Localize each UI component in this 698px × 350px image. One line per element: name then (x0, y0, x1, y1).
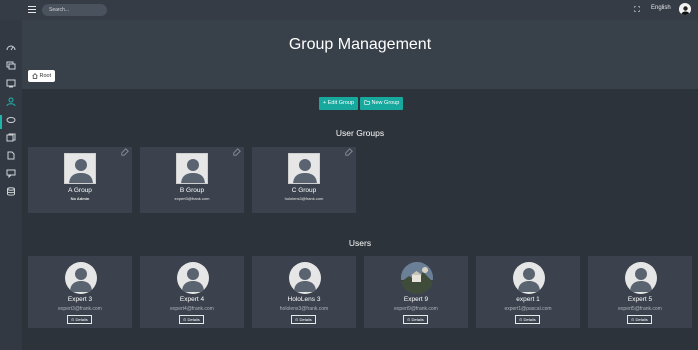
new-group-label: New Group (371, 100, 400, 106)
dashboard-icon[interactable] (6, 43, 16, 52)
user-avatar[interactable] (679, 3, 691, 15)
details-label: Details (523, 317, 536, 322)
user-email: expert1@pascal.com (504, 306, 552, 312)
person-placeholder-icon (630, 268, 652, 292)
main-content: Group Management Root + Edit Group New G… (22, 20, 698, 350)
top-bar: English (0, 0, 698, 20)
page-title: Group Management (288, 36, 432, 53)
group-name: B Group (179, 187, 205, 194)
user-name: Expert 9 (403, 296, 429, 303)
group-avatar (64, 153, 96, 184)
monitor-icon[interactable] (6, 79, 16, 88)
user-icon[interactable] (6, 97, 16, 106)
person-placeholder-icon (518, 268, 540, 292)
user-card[interactable]: HoloLens 3 hololens3@frank.com ⊙ Details (252, 256, 356, 328)
user-avatar (513, 262, 545, 294)
details-label: Details (411, 317, 424, 322)
details-label: Details (75, 317, 88, 322)
user-email: hololens3@frank.com (279, 306, 329, 312)
user-email: expert4@frank.com (170, 306, 214, 312)
edit-group-button[interactable]: + Edit Group (319, 97, 359, 110)
details-button[interactable]: ⊙ Details (403, 315, 428, 324)
info-icon: ⊙ (519, 317, 523, 322)
user-card[interactable]: Expert 9 expert9@frank.com ⊙ Details (364, 256, 468, 328)
landscape-photo-icon (401, 262, 433, 294)
sidebar-active-indicator (0, 115, 2, 129)
user-avatar (65, 262, 97, 294)
details-button[interactable]: ⊙ Details (627, 315, 652, 324)
page-header: Group Management Root (22, 20, 698, 89)
user-card[interactable]: Expert 5 expert5@frank.com ⊙ Details (588, 256, 692, 328)
details-button[interactable]: ⊙ Details (515, 315, 540, 324)
user-avatar-icon (679, 4, 691, 15)
info-icon: ⊙ (407, 317, 411, 322)
language-selector[interactable]: English (651, 5, 671, 11)
group-card[interactable]: B Group expert3@frank.com (140, 147, 244, 213)
details-label: Details (187, 317, 200, 322)
group-avatar (288, 153, 320, 184)
fullscreen-icon[interactable] (634, 6, 640, 12)
new-group-button[interactable]: New Group (360, 97, 404, 110)
user-card[interactable]: Expert 4 expert4@frank.com ⊙ Details (140, 256, 244, 328)
info-icon: ⊙ (71, 317, 75, 322)
files-icon[interactable] (6, 151, 16, 160)
person-placeholder-icon (70, 268, 92, 292)
edit-group-label: Edit Group (327, 100, 355, 106)
user-name: Expert 5 (627, 296, 653, 303)
user-email: expert5@frank.com (618, 306, 662, 312)
user-card[interactable]: expert 1 expert1@pascal.com ⊙ Details (476, 256, 580, 328)
details-button[interactable]: ⊙ Details (291, 315, 316, 324)
group-card[interactable]: A Group No Admin (28, 147, 132, 213)
breadcrumb-label: Root (39, 73, 52, 79)
database-icon[interactable] (6, 187, 16, 196)
user-avatar (289, 262, 321, 294)
edit-icon[interactable] (233, 148, 241, 156)
group-admin: No Admin (70, 196, 90, 201)
screens-icon[interactable] (6, 61, 16, 70)
group-avatar (176, 153, 208, 184)
user-name: Expert 4 (179, 296, 205, 303)
user-name: expert 1 (516, 296, 540, 303)
person-placeholder-icon (182, 268, 204, 292)
person-placeholder-icon (293, 159, 317, 183)
group-card[interactable]: C Group hololens3@frank.com (252, 147, 356, 213)
details-label: Details (299, 317, 312, 322)
cloud-icon[interactable] (6, 115, 16, 124)
breadcrumb-root[interactable]: Root (28, 70, 56, 82)
details-button[interactable]: ⊙ Details (179, 315, 204, 324)
chat-icon[interactable] (6, 169, 16, 178)
home-icon (32, 73, 38, 79)
user-groups-heading: User Groups (335, 128, 385, 138)
user-email: expert3@frank.com (58, 306, 102, 312)
user-email: expert9@frank.com (394, 306, 438, 312)
user-name: Expert 3 (67, 296, 93, 303)
person-placeholder-icon (294, 268, 316, 292)
info-icon: ⊙ (183, 317, 187, 322)
user-avatar (625, 262, 657, 294)
info-icon: ⊙ (631, 317, 635, 322)
menu-icon[interactable] (28, 6, 36, 13)
edit-icon[interactable] (345, 148, 353, 156)
search-input[interactable] (42, 4, 107, 16)
copy-icon[interactable] (6, 133, 16, 142)
sidebar (0, 20, 22, 350)
person-placeholder-icon (181, 159, 205, 183)
group-name: A Group (68, 187, 92, 194)
details-label: Details (635, 317, 648, 322)
group-admin: hololens3@frank.com (284, 196, 324, 201)
group-admin: expert3@frank.com (174, 196, 210, 201)
user-name: HoloLens 3 (287, 296, 321, 303)
folder-icon (364, 100, 370, 105)
group-name: C Group (291, 187, 317, 194)
details-button[interactable]: ⊙ Details (67, 315, 92, 324)
person-placeholder-icon (69, 159, 93, 183)
plus-icon: + (323, 100, 327, 106)
user-avatar (177, 262, 209, 294)
users-heading: Users (348, 238, 372, 248)
user-card[interactable]: Expert 3 expert3@frank.com ⊙ Details (28, 256, 132, 328)
user-photo (401, 262, 433, 294)
info-icon: ⊙ (295, 317, 299, 322)
edit-icon[interactable] (121, 148, 129, 156)
